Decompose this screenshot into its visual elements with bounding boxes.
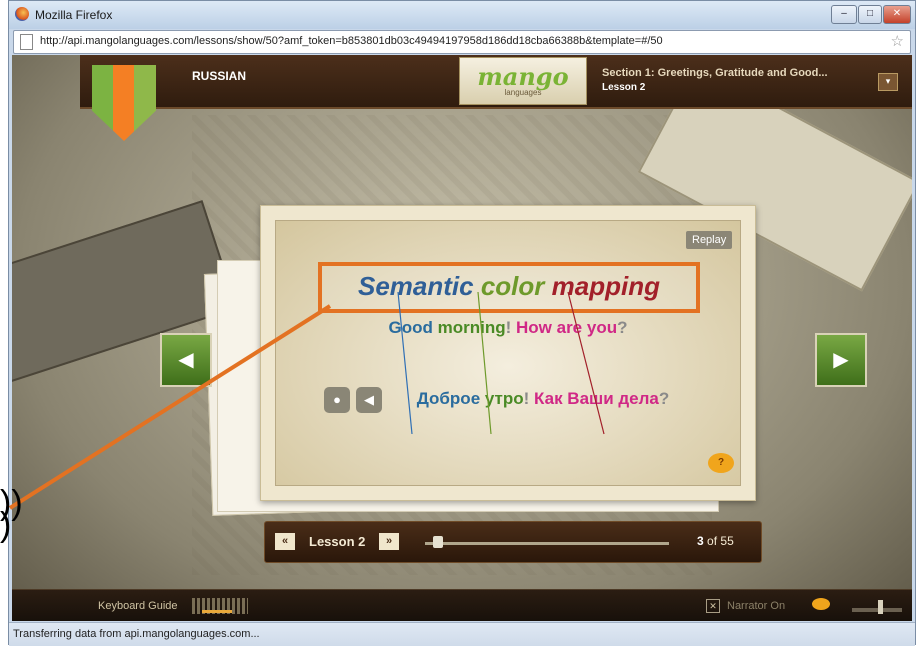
- annotation-word: color: [480, 271, 545, 301]
- status-bar: Transferring data from api.mangolanguage…: [9, 622, 915, 646]
- english-word: How are you: [511, 318, 618, 337]
- language-shield-icon: [92, 65, 156, 141]
- address-bar[interactable]: http://api.mangolanguages.com/lessons/sh…: [13, 30, 911, 54]
- russian-word: ?: [658, 389, 670, 408]
- english-phrase: Good morning! How are you?: [276, 318, 740, 338]
- close-button[interactable]: ✕: [883, 5, 911, 24]
- russian-word: Доброе: [416, 389, 481, 408]
- flashcard: Replay Good morning! How are you? ● ◀ До…: [260, 205, 756, 501]
- browser-window: Mozilla Firefox – □ ✕ http://api.mangola…: [8, 0, 916, 646]
- russian-word: утро: [480, 389, 524, 408]
- replay-button[interactable]: Replay: [686, 231, 733, 249]
- section-dropdown-button[interactable]: ▾: [878, 73, 898, 91]
- keyboard-icon[interactable]: [192, 598, 248, 614]
- app-header: RUSSIAN mango languages Section 1: Greet…: [80, 55, 912, 109]
- minimize-button[interactable]: –: [831, 5, 857, 24]
- next-lesson-button[interactable]: »: [379, 533, 399, 550]
- english-word: ?: [617, 318, 628, 337]
- previous-card-button[interactable]: ◀: [160, 333, 212, 387]
- url-text[interactable]: http://api.mangolanguages.com/lessons/sh…: [40, 35, 663, 47]
- volume-knob[interactable]: [878, 600, 883, 614]
- page-icon: [20, 34, 33, 50]
- app-footer: Keyboard Guide ✕ Narrator On: [12, 589, 912, 621]
- maximize-button[interactable]: □: [858, 5, 882, 24]
- lesson-navigation-bar: « Lesson 2 » 3 of 55: [264, 521, 762, 563]
- annotation-title: Semantic color mapping: [322, 271, 696, 302]
- english-word: morning: [432, 318, 506, 337]
- previous-lesson-button[interactable]: «: [275, 533, 295, 550]
- keyboard-guide-link[interactable]: Keyboard Guide: [98, 600, 178, 612]
- next-card-button[interactable]: ▶: [815, 333, 867, 387]
- annotation-word: mapping: [551, 271, 660, 301]
- edge-glyph: ): [0, 506, 12, 544]
- slide-counter: 3 of 55: [697, 534, 734, 548]
- bookmark-star-icon[interactable]: ☆: [891, 32, 904, 50]
- mango-logo: mango languages: [459, 57, 587, 105]
- volume-slider[interactable]: [852, 608, 902, 612]
- status-text: Transferring data from api.mangolanguage…: [13, 628, 260, 640]
- current-slide: 3: [697, 534, 704, 548]
- language-label: RUSSIAN: [192, 69, 247, 83]
- logo-subtext: languages: [504, 88, 542, 97]
- section-lesson: Lesson 2: [602, 82, 646, 93]
- of-label: of: [707, 534, 718, 548]
- russian-phrase: Доброе утро! Как Ваши дела?: [276, 389, 740, 409]
- russian-word: Как Ваши дела: [529, 389, 659, 408]
- logo-text: mango: [477, 62, 569, 91]
- window-title: Mozilla Firefox: [35, 8, 113, 22]
- english-word: Good: [388, 318, 433, 337]
- help-bubble-icon[interactable]: ?: [708, 453, 734, 473]
- firefox-icon: [15, 7, 29, 21]
- narrator-label: Narrator On: [727, 600, 786, 612]
- progress-slider-thumb[interactable]: [433, 536, 443, 548]
- progress-track[interactable]: [425, 542, 669, 545]
- flashcard-face: Replay Good morning! How are you? ● ◀ До…: [275, 220, 741, 486]
- annotation-word: Semantic: [358, 271, 474, 301]
- title-bar: Mozilla Firefox – □ ✕: [9, 1, 915, 29]
- total-slides: 55: [720, 534, 734, 548]
- section-title: Section 1: Greetings, Gratitude and Good…: [602, 67, 828, 79]
- narrator-checkbox[interactable]: ✕: [706, 599, 720, 613]
- mango-app: RUSSIAN mango languages Section 1: Greet…: [12, 55, 912, 621]
- speech-bubble-icon[interactable]: [812, 598, 830, 610]
- annotation-callout-box: Semantic color mapping: [318, 262, 700, 313]
- lesson-label: Lesson 2: [309, 534, 366, 549]
